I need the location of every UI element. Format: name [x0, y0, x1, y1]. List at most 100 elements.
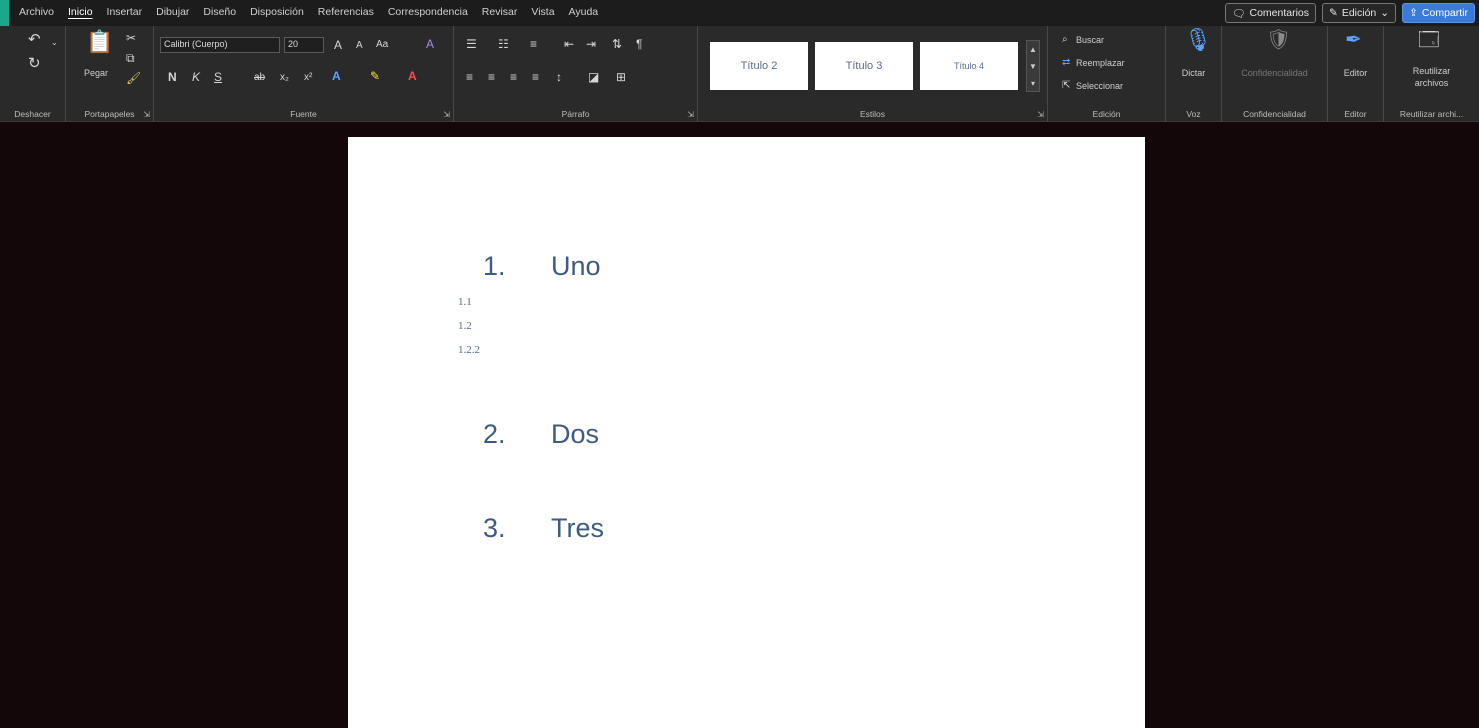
undo-icon[interactable]: ↶ — [28, 32, 41, 47]
bold-button[interactable]: N — [168, 71, 177, 83]
tab-archivo[interactable]: Archivo — [12, 6, 61, 18]
superscript-button[interactable]: x² — [304, 72, 312, 84]
undo-dropdown-icon[interactable]: ⌄ — [51, 37, 58, 49]
shading-icon[interactable]: ◪ — [588, 71, 599, 83]
share-label: Compartir — [1421, 7, 1468, 19]
multilevel-list-icon[interactable]: ≡ — [530, 38, 537, 50]
sensitivity-group: 🛡 Confidencialidad Confidencialidad — [1222, 26, 1328, 122]
strikethrough-button[interactable]: ab — [254, 72, 265, 84]
sublist-item[interactable]: 1.1 — [458, 296, 472, 308]
paste-icon[interactable]: 📋 — [86, 31, 113, 53]
editor-icon[interactable]: ✒ — [1345, 30, 1362, 50]
paste-label[interactable]: Pegar — [84, 68, 108, 78]
decrease-indent-icon[interactable]: ⇤ — [564, 38, 574, 50]
list-item-number: 3. — [483, 513, 506, 543]
style-heading-3[interactable]: Título 3 — [815, 42, 913, 90]
styles-launcher-icon[interactable]: ⇲ — [1037, 110, 1044, 119]
bullets-icon[interactable]: ☰ — [466, 38, 477, 50]
align-right-icon[interactable]: ≡ — [510, 71, 517, 83]
align-center-icon[interactable]: ≡ — [488, 71, 495, 83]
reuse-files-button-line2[interactable]: archivos — [1384, 78, 1479, 88]
font-size-input[interactable]: 20 — [284, 37, 324, 53]
list-item-text[interactable]: Uno — [551, 251, 601, 282]
increase-indent-icon[interactable]: ⇥ — [586, 38, 596, 50]
comments-button[interactable]: 🗨 Comentarios — [1225, 3, 1317, 23]
cut-icon[interactable]: ✂ — [126, 32, 136, 44]
replace-button[interactable]: Reemplazar — [1076, 58, 1125, 68]
sort-icon[interactable]: ⇅ — [612, 38, 622, 50]
microphone-icon[interactable]: 🎙 — [1184, 29, 1212, 51]
change-case-icon[interactable]: Aa — [376, 39, 388, 51]
borders-icon[interactable]: ⊞ — [616, 71, 626, 83]
copy-icon[interactable]: ⧉ — [126, 52, 135, 64]
select-button[interactable]: Seleccionar — [1076, 81, 1123, 91]
editing-mode-button[interactable]: ✎ Edición ⌄ — [1322, 3, 1397, 23]
clear-format-icon[interactable]: A — [426, 38, 434, 50]
tab-correspondencia[interactable]: Correspondencia — [381, 6, 475, 18]
comments-label: Comentarios — [1249, 7, 1310, 19]
tab-disposicion[interactable]: Disposición — [243, 6, 311, 18]
document-area: 1. Uno 1.1 1.2 1.2.2 2. Dos 3. Tres — [0, 123, 1479, 728]
tab-revisar[interactable]: Revisar — [475, 6, 525, 18]
sensitivity-icon[interactable]: 🛡 — [1266, 30, 1291, 50]
list-item-text[interactable]: Dos — [551, 419, 599, 450]
reuse-files-button-line1[interactable]: Reutilizar — [1384, 66, 1479, 76]
format-painter-icon[interactable]: 🖌 — [126, 72, 141, 84]
document-page[interactable]: 1. Uno 1.1 1.2 1.2.2 2. Dos 3. Tres — [348, 137, 1145, 728]
grow-font-icon[interactable]: A — [334, 39, 342, 51]
numbering-icon[interactable]: ☷ — [498, 38, 509, 50]
share-button[interactable]: ⇪ Compartir — [1402, 3, 1475, 23]
replace-icon[interactable]: ⇄ — [1062, 57, 1070, 69]
share-icon: ⇪ — [1409, 7, 1418, 19]
sublist-item[interactable]: 1.2 — [458, 320, 472, 332]
italic-button[interactable]: K — [192, 71, 200, 83]
style-heading-2[interactable]: Título 2 — [710, 42, 808, 90]
select-icon[interactable]: ⇱ — [1062, 80, 1070, 92]
line-spacing-icon[interactable]: ↕ — [556, 71, 562, 83]
clipboard-group: 📋 Pegar ✂ ⧉ 🖌 Portapapeles ⇲ — [66, 26, 154, 122]
sensitivity-button[interactable]: Confidencialidad — [1222, 68, 1327, 78]
undo-group: ↶ ⌄ ↻ Deshacer — [0, 26, 66, 122]
clipboard-group-label: Portapapeles — [84, 109, 135, 119]
styles-gallery-scroll[interactable]: ▲ ▼ ▾ — [1026, 40, 1040, 92]
scroll-up-icon[interactable]: ▲ — [1027, 41, 1039, 58]
tab-insertar[interactable]: Insertar — [100, 6, 150, 18]
dictate-button[interactable]: Dictar — [1166, 68, 1221, 78]
tab-dibujar[interactable]: Dibujar — [149, 6, 196, 18]
find-button[interactable]: Buscar — [1076, 35, 1104, 45]
reuse-group: 🗔 Reutilizar archivos Reutilizar archi..… — [1384, 26, 1479, 122]
styles-group: Título 2 Título 3 Título 4 ▲ ▼ ▾ Estilos… — [698, 26, 1048, 122]
shrink-font-icon[interactable]: A — [356, 40, 363, 52]
tab-inicio[interactable]: Inicio — [61, 6, 100, 18]
clipboard-launcher-icon[interactable]: ⇲ — [143, 110, 150, 119]
paragraph-launcher-icon[interactable]: ⇲ — [687, 110, 694, 119]
more-styles-icon[interactable]: ▾ — [1027, 75, 1039, 92]
justify-icon[interactable]: ≡ — [532, 71, 539, 83]
tab-ayuda[interactable]: Ayuda — [562, 6, 606, 18]
tab-diseno[interactable]: Diseño — [196, 6, 243, 18]
paragraph-group-label: Párrafo — [561, 109, 590, 119]
list-item-text[interactable]: Tres — [551, 513, 604, 544]
sensitivity-group-label: Confidencialidad — [1243, 109, 1306, 119]
style-heading-4[interactable]: Título 4 — [920, 42, 1018, 90]
font-name-input[interactable]: Calibri (Cuerpo) — [160, 37, 280, 53]
align-left-icon[interactable]: ≡ — [466, 71, 473, 83]
font-launcher-icon[interactable]: ⇲ — [443, 110, 450, 119]
underline-button[interactable]: S — [214, 71, 222, 83]
tab-referencias[interactable]: Referencias — [311, 6, 381, 18]
editor-button[interactable]: Editor — [1328, 68, 1383, 78]
reuse-files-icon[interactable]: 🗔 — [1418, 30, 1440, 50]
chevron-down-icon: ⌄ — [1380, 7, 1390, 19]
subscript-button[interactable]: x₂ — [280, 72, 289, 84]
text-effects-icon[interactable]: A — [332, 70, 341, 82]
highlight-icon[interactable]: ✎ — [370, 70, 380, 82]
pencil-icon: ✎ — [1329, 7, 1338, 19]
styles-group-label: Estilos — [859, 109, 886, 119]
font-color-icon[interactable]: A — [408, 70, 417, 82]
redo-icon[interactable]: ↻ — [28, 56, 41, 71]
sublist-item[interactable]: 1.2.2 — [458, 344, 480, 356]
tab-vista[interactable]: Vista — [524, 6, 561, 18]
scroll-down-icon[interactable]: ▼ — [1027, 58, 1039, 75]
find-icon[interactable]: ⌕ — [1062, 34, 1068, 46]
show-formatting-icon[interactable]: ¶ — [636, 38, 642, 50]
